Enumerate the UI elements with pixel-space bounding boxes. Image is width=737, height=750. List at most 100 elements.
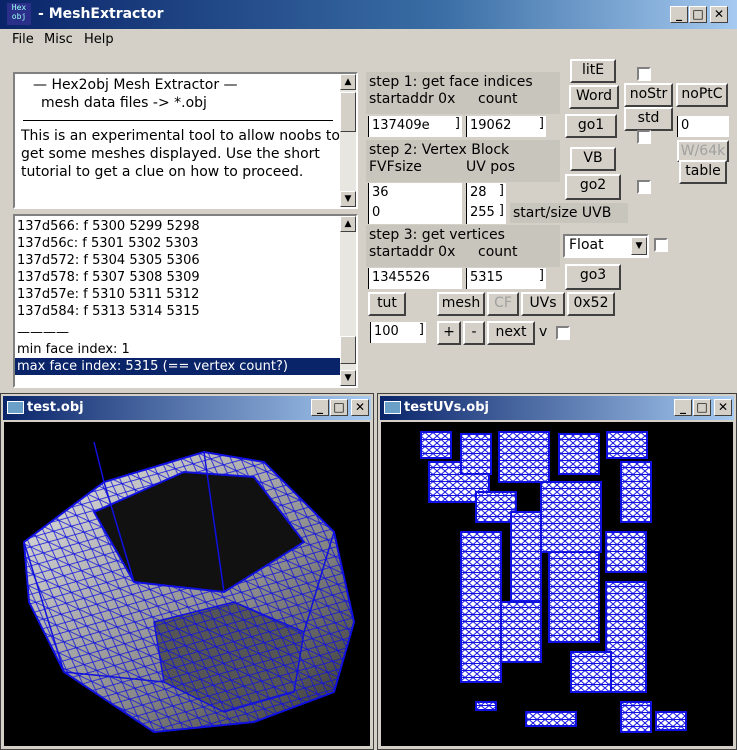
scroll-down-icon[interactable]: ▼ xyxy=(340,191,356,207)
intro-scrollbar[interactable]: ▲ ▼ xyxy=(340,74,356,207)
minimize-button[interactable]: _ xyxy=(311,399,329,416)
step3-startaddr-input[interactable]: 1345526 xyxy=(368,268,462,289)
step2-col1: FVFsize xyxy=(369,159,422,175)
tut-button[interactable]: tut xyxy=(368,292,406,316)
scroll-thumb[interactable] xyxy=(340,336,356,364)
step1-count-input[interactable]: 19062] xyxy=(466,116,546,137)
hex52-button[interactable]: 0x52 xyxy=(567,292,615,316)
mesh-button[interactable]: mesh xyxy=(437,292,485,316)
app-icon: Hex obj xyxy=(7,3,31,25)
window-icon xyxy=(384,401,401,414)
table-button[interactable]: table xyxy=(679,160,727,184)
next-button[interactable]: next xyxy=(487,321,535,345)
list-item[interactable]: 137d578: f 5307 5308 5309 xyxy=(15,269,340,286)
intro-title: — Hex2obj Mesh Extractor — xyxy=(33,77,238,93)
list-item[interactable]: ———— xyxy=(15,324,340,341)
intro-textbox[interactable]: — Hex2obj Mesh Extractor — mesh data fil… xyxy=(13,72,358,209)
uv-layout-render xyxy=(420,431,687,733)
uv-view-title: testUVs.obj xyxy=(404,400,489,415)
right-value-input[interactable]: 0 xyxy=(677,116,729,137)
uv-view-titlebar[interactable]: testUVs.obj _ □ ✕ xyxy=(380,396,734,420)
chevron-down-icon[interactable]: ▼ xyxy=(631,237,647,255)
step3-col1: startaddr 0x xyxy=(369,244,456,260)
mesh-view-titlebar[interactable]: test.obj _ □ ✕ xyxy=(3,396,371,420)
minus-button[interactable]: - xyxy=(463,321,485,345)
step1-panel: step 1: get face indices startaddr 0x cou… xyxy=(366,72,560,114)
minimize-button[interactable]: _ xyxy=(674,399,692,416)
window-icon xyxy=(7,401,24,414)
minimize-button[interactable]: _ xyxy=(670,6,688,23)
window-title: - MeshExtractor xyxy=(38,6,164,22)
step2-title: step 2: Vertex Block xyxy=(369,142,510,158)
menu-help[interactable]: Help xyxy=(84,32,114,47)
list-item[interactable]: 137d56c: f 5301 5302 5303 xyxy=(15,235,340,252)
scroll-down-icon[interactable]: ▼ xyxy=(340,370,356,386)
uvb-size-input[interactable]: 255] xyxy=(466,203,506,224)
std-button[interactable]: std xyxy=(624,107,673,131)
mesh-view-window[interactable]: test.obj _ □ ✕ xyxy=(0,393,374,750)
close-button[interactable]: ✕ xyxy=(351,399,369,416)
maximize-button[interactable]: □ xyxy=(689,6,707,23)
fvf-size-input[interactable]: 36 xyxy=(368,183,462,204)
menu-file[interactable]: File xyxy=(12,32,34,47)
uvb-label: start/size UVB xyxy=(510,203,628,223)
word-button[interactable]: Word xyxy=(569,85,619,109)
intro-body: This is an experimental tool to allow no… xyxy=(21,128,340,180)
vb-button[interactable]: VB xyxy=(570,147,616,171)
std-checkbox[interactable] xyxy=(637,130,651,144)
step1-title: step 1: get face indices xyxy=(369,74,533,90)
car-mesh-render xyxy=(22,441,356,734)
step1-col1: startaddr 0x xyxy=(369,91,456,107)
step2-checkbox[interactable] xyxy=(637,180,651,194)
step3-title: step 3: get vertices xyxy=(369,227,505,243)
v-checkbox[interactable] xyxy=(556,326,570,340)
cf-button[interactable]: CF xyxy=(487,292,519,316)
nostr-button[interactable]: noStr xyxy=(624,83,673,107)
v-label: v xyxy=(539,324,548,340)
close-button[interactable]: ✕ xyxy=(714,399,732,416)
step3-col2: count xyxy=(478,244,518,260)
step3-panel: step 3: get vertices startaddr 0x count xyxy=(366,225,560,267)
format-select[interactable]: Float ▼ xyxy=(563,234,649,258)
list-item[interactable]: 137d566: f 5300 5299 5298 xyxy=(15,218,340,235)
list-item[interactable]: 137d57e: f 5310 5311 5312 xyxy=(15,286,340,303)
list-scrollbar[interactable]: ▲ ▼ xyxy=(340,216,356,386)
scroll-up-icon[interactable]: ▲ xyxy=(340,74,356,90)
uv-viewport[interactable] xyxy=(381,422,733,746)
uvs-button[interactable]: UVs xyxy=(521,292,565,316)
title-bar[interactable]: Hex obj - MeshExtractor _ □ ✕ xyxy=(0,0,737,29)
list-item[interactable]: 137d572: f 5304 5305 5306 xyxy=(15,252,340,269)
scroll-up-icon[interactable]: ▲ xyxy=(340,216,356,232)
menu-misc[interactable]: Misc xyxy=(44,32,73,47)
list-item-selected[interactable]: max face index: 5315 (== vertex count?) xyxy=(15,358,340,375)
uvb-start-input[interactable]: 0 xyxy=(368,203,462,224)
lite-checkbox[interactable] xyxy=(637,67,651,81)
noptc-button[interactable]: noPtC xyxy=(676,83,728,107)
go3-button[interactable]: go3 xyxy=(565,264,621,290)
step2-panel: step 2: Vertex Block FVFsize UV pos xyxy=(366,140,560,182)
uv-view-window[interactable]: testUVs.obj _ □ ✕ xyxy=(377,393,737,750)
scroll-thumb[interactable] xyxy=(340,92,356,132)
step1-col2: count xyxy=(478,91,518,107)
step2-col2: UV pos xyxy=(466,159,516,175)
uv-pos-input[interactable]: 28] xyxy=(466,183,506,204)
step-value-input[interactable]: 100] xyxy=(370,322,426,343)
step3-count-input[interactable]: 5315] xyxy=(466,268,546,289)
go1-button[interactable]: go1 xyxy=(565,114,617,138)
step1-startaddr-input[interactable]: 137409e] xyxy=(368,116,462,137)
step3-checkbox[interactable] xyxy=(654,238,668,252)
mesh-view-title: test.obj xyxy=(27,400,84,415)
menu-bar: File Misc Help xyxy=(0,29,737,51)
go2-button[interactable]: go2 xyxy=(565,174,621,200)
list-item[interactable]: min face index: 1 xyxy=(15,341,340,358)
maximize-button[interactable]: □ xyxy=(330,399,348,416)
intro-subtitle: mesh data files -> *.obj xyxy=(41,95,207,111)
plus-button[interactable]: + xyxy=(437,321,461,345)
face-listbox[interactable]: 137d566: f 5300 5299 5298 137d56c: f 530… xyxy=(13,214,358,388)
maximize-button[interactable]: □ xyxy=(693,399,711,416)
w64k-button[interactable]: W/64k xyxy=(677,140,729,162)
list-item[interactable]: 137d584: f 5313 5314 5315 xyxy=(15,303,340,320)
close-button[interactable]: ✕ xyxy=(710,6,728,23)
mesh-viewport[interactable] xyxy=(4,422,370,746)
lite-button[interactable]: litE xyxy=(570,59,616,83)
